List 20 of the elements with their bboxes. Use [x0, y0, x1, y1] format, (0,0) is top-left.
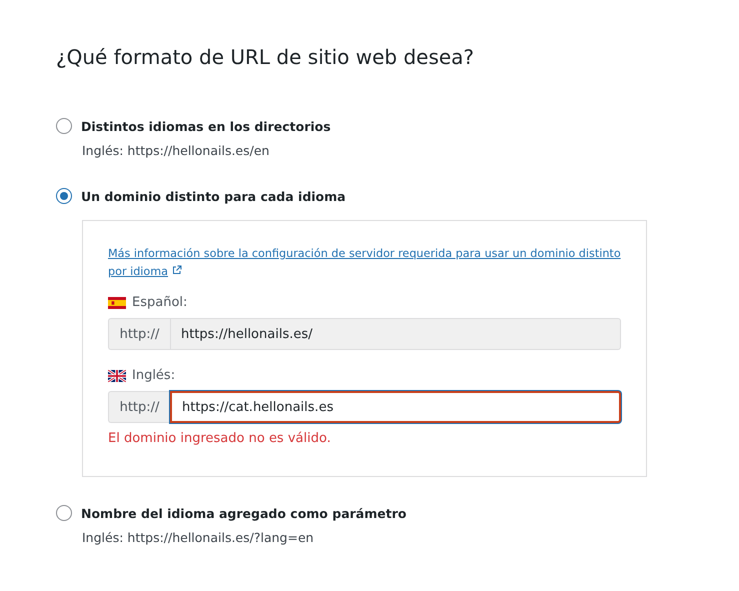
- language-label: Español:: [132, 295, 188, 310]
- example-text: Inglés: https://hellonails.es/?lang=en: [82, 529, 315, 547]
- radio-button[interactable]: [56, 118, 72, 134]
- url-prefix: http://: [108, 318, 170, 350]
- info-link[interactable]: Más información sobre la configuración de servidor requerida para usar un dominio distinto por idioma: [108, 245, 621, 281]
- option-label[interactable]: Un dominio distinto para cada idioma: [81, 188, 346, 204]
- option-label[interactable]: Nombre del idioma agregado como parámetro: [81, 506, 406, 520]
- example-text: Inglés: https://hellonails.es/en: [82, 142, 270, 160]
- language-label: Inglés:: [132, 368, 176, 383]
- radio-button[interactable]: [56, 505, 72, 521]
- page-title: ¿Qué formato de URL de sitio web desea?: [56, 44, 476, 71]
- external-link-icon: [172, 265, 182, 275]
- option-label[interactable]: Distintos idiomas en los directorios: [81, 118, 331, 134]
- url-input: https://hellonails.es/: [170, 318, 621, 350]
- radio-button[interactable]: [56, 188, 72, 204]
- url-input[interactable]: https://cat.hellonails.es: [170, 391, 621, 423]
- flag-icon: [108, 370, 126, 382]
- url-prefix: http://: [108, 391, 170, 423]
- error-message: El dominio ingresado no es válido.: [108, 431, 332, 446]
- flag-icon: [108, 296, 126, 308]
